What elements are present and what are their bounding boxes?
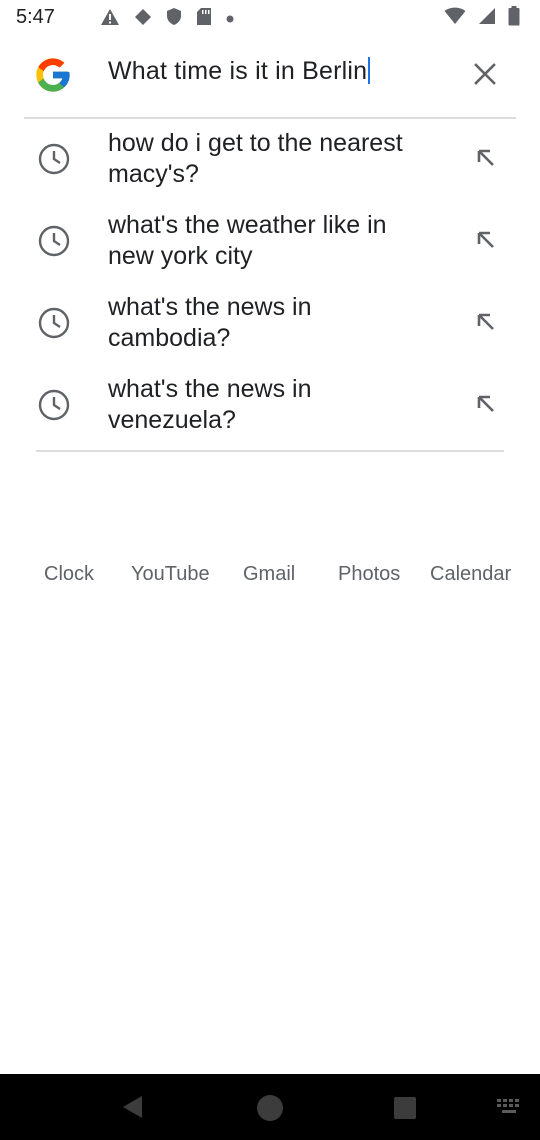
- history-clock-icon: [37, 224, 71, 258]
- google-logo-icon: [33, 55, 73, 95]
- home-icon[interactable]: [255, 1093, 285, 1128]
- suggestion-text: what's the weather like in new york city: [108, 211, 387, 270]
- app-shortcuts-row: Clock YouTube Gmail Photos Calendar: [0, 563, 540, 593]
- fill-query-arrow-icon[interactable]: [470, 142, 502, 174]
- wifi-icon: [444, 7, 466, 30]
- suggestion-item[interactable]: what's the weather like in new york city: [0, 202, 540, 284]
- text-cursor: [368, 57, 371, 85]
- back-icon[interactable]: [120, 1094, 146, 1125]
- suggestions-divider: [36, 450, 504, 452]
- app-shortcut-photos[interactable]: Photos: [338, 563, 400, 586]
- status-bar: 5:47: [0, 0, 540, 36]
- app-shortcut-clock[interactable]: Clock: [44, 563, 94, 586]
- recents-icon[interactable]: [393, 1096, 417, 1125]
- battery-icon: [508, 6, 520, 31]
- suggestion-list: how do i get to the nearest macy's? what…: [0, 120, 540, 448]
- sd-card-icon: [196, 7, 212, 31]
- status-system-icons: [444, 6, 520, 31]
- close-icon: [474, 62, 496, 90]
- search-input[interactable]: What time is it in Berlin: [108, 57, 448, 93]
- history-clock-icon: [37, 306, 71, 340]
- suggestion-item[interactable]: what's the news in venezuela?: [0, 366, 540, 448]
- app-shortcut-youtube[interactable]: YouTube: [131, 563, 210, 586]
- suggestion-item[interactable]: how do i get to the nearest macy's?: [0, 120, 540, 202]
- alert-triangle-icon: [100, 8, 120, 31]
- search-divider: [24, 117, 516, 119]
- dot-icon: [226, 10, 234, 28]
- history-clock-icon: [37, 142, 71, 176]
- status-notification-icons: [100, 7, 234, 31]
- search-bar: What time is it in Berlin: [0, 40, 540, 110]
- suggestion-text: how do i get to the nearest macy's?: [108, 129, 403, 188]
- shield-icon: [166, 7, 182, 31]
- keyboard-icon[interactable]: [496, 1098, 524, 1121]
- fill-query-arrow-icon[interactable]: [470, 306, 502, 338]
- app-shortcut-gmail[interactable]: Gmail: [243, 563, 295, 586]
- signal-icon: [478, 7, 496, 30]
- suggestion-text: what's the news in venezuela?: [108, 375, 312, 434]
- clear-search-button[interactable]: [466, 57, 504, 95]
- suggestion-text: what's the news in cambodia?: [108, 293, 312, 352]
- fill-query-arrow-icon[interactable]: [470, 224, 502, 256]
- history-clock-icon: [37, 388, 71, 422]
- play-protect-icon: [134, 8, 152, 31]
- app-shortcut-calendar[interactable]: Calendar: [430, 563, 511, 586]
- suggestion-item[interactable]: what's the news in cambodia?: [0, 284, 540, 366]
- search-query-text: What time is it in Berlin: [108, 57, 368, 85]
- navigation-bar: [0, 1074, 540, 1140]
- fill-query-arrow-icon[interactable]: [470, 388, 502, 420]
- status-time: 5:47: [16, 6, 55, 28]
